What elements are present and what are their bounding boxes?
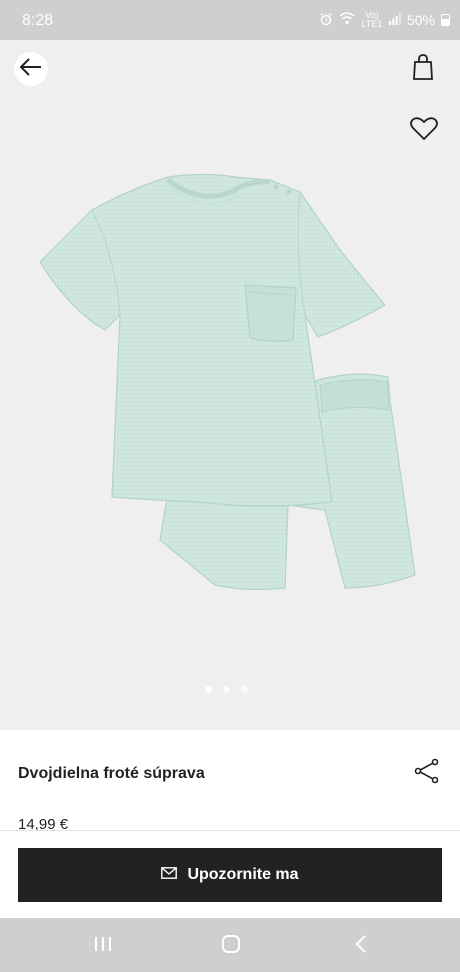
status-time: 8:28 [22, 12, 54, 29]
product-image [39, 173, 416, 591]
recent-apps-icon [94, 936, 112, 957]
envelope-icon [161, 866, 178, 884]
battery-level: 50% [406, 12, 435, 28]
shopping-bag-icon [413, 53, 433, 85]
product-image-gallery[interactable] [0, 40, 460, 730]
gallery-dot-2[interactable] [223, 686, 230, 693]
status-icons: Vo) LTE1 50% [319, 11, 450, 29]
status-bar: 8:28 Vo) LTE1 50% [0, 0, 460, 40]
signal-icon [388, 12, 401, 28]
notify-me-button[interactable]: Upozornite ma [18, 848, 442, 902]
alarm-icon [319, 12, 333, 29]
chevron-left-icon [355, 934, 367, 958]
product-title: Dvojdielna froté súprava [18, 765, 205, 782]
network-type: Vo) LTE1 [361, 10, 383, 29]
wifi-icon [339, 12, 355, 28]
share-button[interactable] [410, 756, 444, 790]
gallery-pagination [205, 686, 248, 693]
gallery-dot-3[interactable] [241, 686, 248, 693]
arrow-left-icon [19, 57, 42, 81]
gallery-dot-1[interactable] [205, 686, 212, 693]
system-nav-bar [0, 918, 460, 972]
system-back-button[interactable] [346, 931, 376, 961]
back-button[interactable] [14, 52, 48, 86]
shopping-bag-button[interactable] [406, 52, 440, 86]
home-button[interactable] [216, 931, 246, 961]
notify-me-label: Upozornite ma [187, 866, 299, 883]
heart-icon [410, 116, 438, 146]
favorite-button[interactable] [406, 115, 442, 147]
share-icon [414, 758, 440, 789]
divider [0, 830, 460, 831]
battery-icon [441, 14, 450, 26]
home-icon [221, 934, 241, 959]
recent-apps-button[interactable] [88, 931, 118, 961]
